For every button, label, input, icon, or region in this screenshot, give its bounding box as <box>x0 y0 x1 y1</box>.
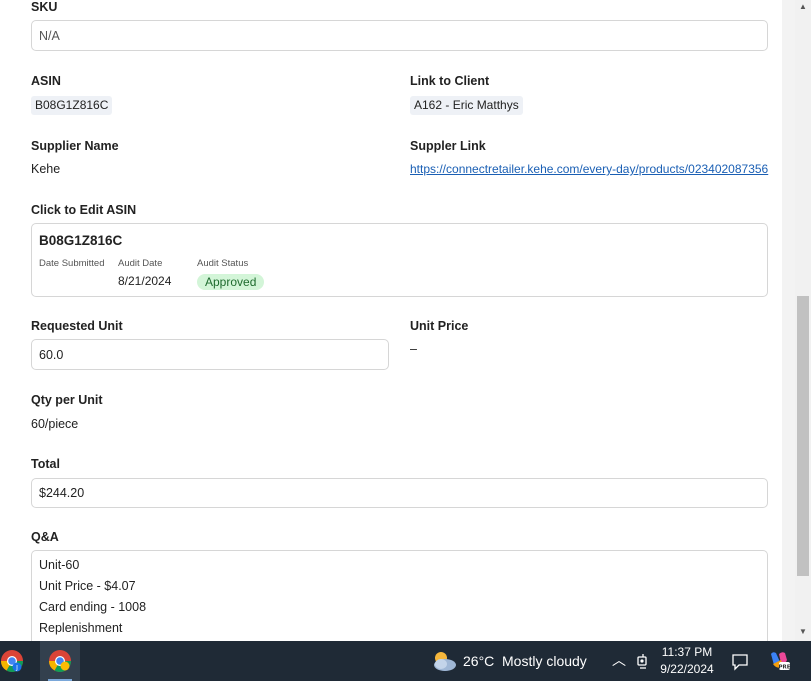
chevron-up-icon[interactable]: ︿ <box>612 650 626 670</box>
sku-placeholder: N/A <box>39 28 60 43</box>
windows-taskbar: J 26°C Mostly cloudy ︿ 11:37 PM 9/22/202… <box>0 641 811 681</box>
qa-line: Replenishment <box>39 621 123 635</box>
requested-unit-value: 60.0 <box>39 347 64 362</box>
edit-asin-label: Click to Edit ASIN <box>31 203 137 217</box>
qty-per-unit-value: 60/piece <box>31 417 79 431</box>
asin-card-title: B08G1Z816C <box>39 233 123 248</box>
svg-text:J: J <box>15 665 18 672</box>
supplier-name-value: Kehe <box>31 162 61 176</box>
qa-label: Q&A <box>31 530 59 544</box>
audit-date-label: Audit Date <box>118 258 163 269</box>
supplier-link-label: Suppler Link <box>410 139 486 153</box>
audit-date-value: 8/21/2024 <box>118 274 172 288</box>
unit-price-value: – <box>410 342 417 356</box>
form-panel: SKU N/A ASIN B08G1Z816C Link to Client A… <box>0 0 782 641</box>
sku-input[interactable]: N/A <box>31 20 768 51</box>
link-to-client-label: Link to Client <box>410 74 490 88</box>
total-value: $244.20 <box>39 486 85 500</box>
requested-unit-label: Requested Unit <box>31 319 123 333</box>
scroll-down-arrow-icon[interactable]: ▼ <box>798 627 808 637</box>
browser-viewport: SKU N/A ASIN B08G1Z816C Link to Client A… <box>0 0 811 641</box>
weather-cloud-sun-icon[interactable] <box>430 649 458 673</box>
qa-textarea[interactable]: Unit-60 Unit Price - $4.07 Card ending -… <box>31 550 768 641</box>
svg-text:PRE: PRE <box>778 665 790 671</box>
qa-line: Unit-60 <box>39 558 80 572</box>
qty-per-unit-label: Qty per Unit <box>31 393 103 407</box>
asin-label: ASIN <box>31 74 61 88</box>
date-submitted-label: Date Submitted <box>39 258 105 269</box>
audit-status-label: Audit Status <box>197 258 249 269</box>
scroll-up-arrow-icon[interactable]: ▲ <box>798 2 808 12</box>
qa-line: Card ending - 1008 <box>39 600 147 614</box>
supplier-link[interactable]: https://connectretailer.kehe.com/every-d… <box>410 162 768 176</box>
chrome-profile-icon[interactable]: J <box>0 649 24 673</box>
sku-label: SKU <box>31 0 58 14</box>
notification-icon[interactable] <box>731 653 749 671</box>
page-scrollbar[interactable]: ▲ ▼ <box>795 0 811 641</box>
weather-temp[interactable]: 26°C <box>463 653 494 669</box>
scroll-thumb[interactable] <box>797 296 809 576</box>
total-label: Total <box>31 457 60 471</box>
copilot-icon[interactable]: PRE <box>767 650 791 672</box>
asin-tag: B08G1Z816C <box>31 96 113 115</box>
unit-price-label: Unit Price <box>410 319 469 333</box>
chrome-active-icon[interactable] <box>40 641 80 681</box>
meet-now-icon[interactable] <box>636 653 650 669</box>
clock-date[interactable]: 9/22/2024 <box>658 662 716 676</box>
qa-line: Unit Price - $4.07 <box>39 579 136 593</box>
client-tag[interactable]: A162 - Eric Matthys <box>410 96 523 115</box>
requested-unit-input[interactable]: 60.0 <box>31 339 389 370</box>
weather-desc[interactable]: Mostly cloudy <box>502 653 587 669</box>
supplier-name-label: Supplier Name <box>31 139 119 153</box>
total-input[interactable]: $244.20 <box>31 478 768 508</box>
clock-time[interactable]: 11:37 PM <box>658 645 716 659</box>
asin-card[interactable]: B08G1Z816C Date Submitted Audit Date Aud… <box>31 223 768 297</box>
audit-status-badge: Approved <box>197 274 265 290</box>
